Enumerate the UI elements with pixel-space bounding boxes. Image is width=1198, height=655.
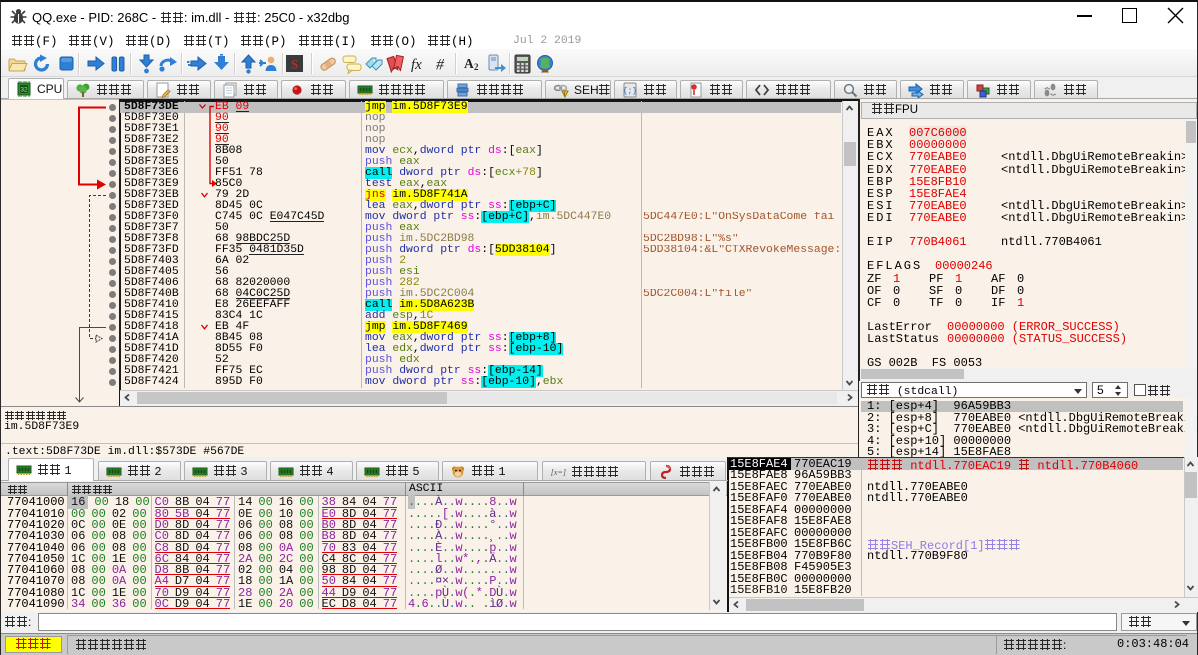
svg-text:fx: fx — [411, 57, 422, 73]
svg-text:[x=]: [x=] — [551, 468, 566, 477]
svg-text:A: A — [464, 56, 474, 71]
svg-text:S: S — [291, 57, 298, 72]
svg-text:32: 32 — [20, 87, 28, 94]
svg-text:{;}: {;} — [623, 87, 637, 96]
svg-text:2: 2 — [474, 62, 479, 72]
svg-text:#: # — [436, 57, 445, 74]
